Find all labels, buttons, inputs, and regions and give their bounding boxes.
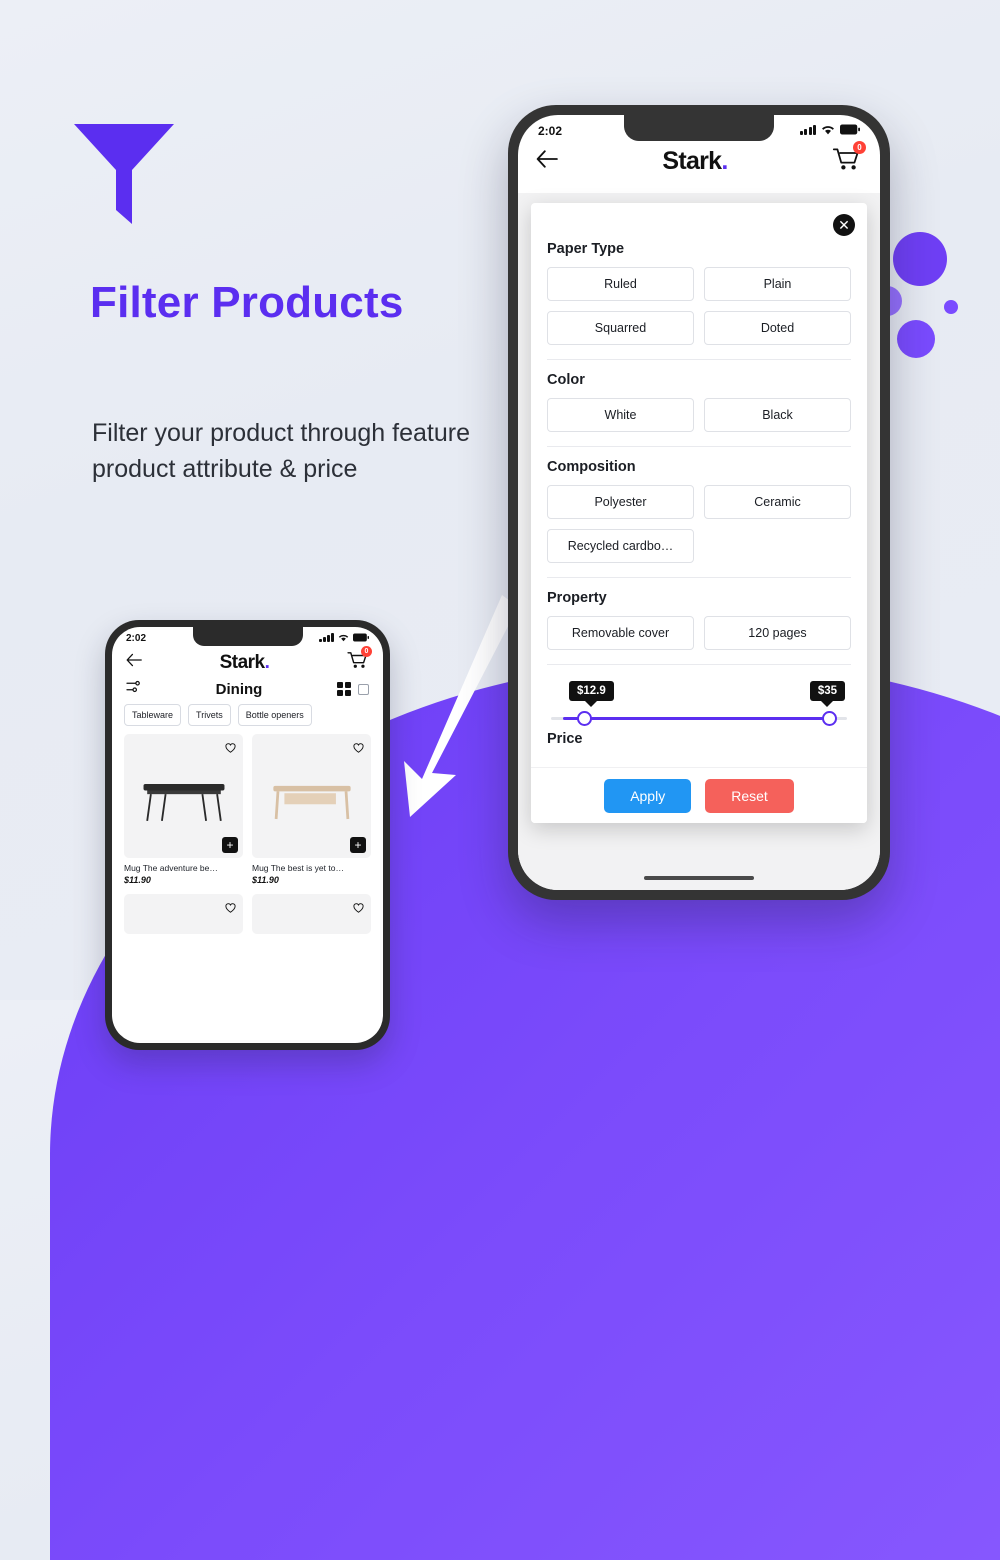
primary-phone-screen: 2:02 Stark. 0 ✕ Paper Type Ruled Plain S… bbox=[518, 115, 880, 890]
cart-badge: 0 bbox=[361, 646, 372, 657]
wifi-icon bbox=[821, 124, 835, 138]
product-card[interactable]: + Mug The best is yet to… $11.90 bbox=[252, 734, 371, 885]
favorite-icon[interactable] bbox=[225, 900, 236, 918]
price-slider-track[interactable] bbox=[551, 717, 847, 720]
option-white[interactable]: White bbox=[547, 398, 694, 432]
price-min-label: $12.9 bbox=[569, 681, 614, 701]
wifi-icon bbox=[338, 633, 349, 645]
page-subtitle: Filter your product through feature prod… bbox=[92, 419, 470, 483]
filter-chips: Tableware Trivets Bottle openers bbox=[112, 704, 383, 734]
add-to-cart-button[interactable]: + bbox=[350, 837, 366, 853]
square-view-icon[interactable] bbox=[358, 683, 369, 695]
price-max-label: $35 bbox=[809, 681, 845, 701]
product-thumbnail: + bbox=[124, 734, 243, 858]
notch bbox=[192, 627, 303, 646]
option-removable-cover[interactable]: Removable cover bbox=[547, 616, 694, 650]
favorite-icon[interactable] bbox=[353, 900, 364, 918]
brand-logo: Stark. bbox=[662, 147, 728, 175]
product-name: Mug The best is yet to… bbox=[252, 863, 344, 873]
primary-phone-mockup: 2:02 Stark. 0 ✕ Paper Type Ruled Plain S… bbox=[508, 105, 890, 900]
app-header: Stark. 0 bbox=[518, 141, 880, 184]
price-filter: $12.9 $35 Price bbox=[547, 681, 851, 747]
signal-icon bbox=[319, 632, 334, 645]
option-120-pages[interactable]: 120 pages bbox=[704, 616, 851, 650]
back-arrow-icon[interactable] bbox=[126, 653, 142, 672]
page-title: Filter Products bbox=[90, 278, 404, 327]
section-title: Property bbox=[547, 590, 607, 606]
section-title: Color bbox=[547, 372, 585, 388]
filter-section-property: Property Removable cover 120 pages bbox=[547, 590, 851, 650]
price-slider-fill bbox=[562, 717, 824, 720]
product-thumbnail bbox=[252, 894, 371, 934]
chip-bottle-openers[interactable]: Bottle openers bbox=[237, 704, 312, 726]
product-price: $11.90 bbox=[252, 875, 279, 885]
close-icon[interactable]: ✕ bbox=[833, 214, 855, 236]
product-thumbnail bbox=[124, 894, 243, 934]
option-plain[interactable]: Plain bbox=[704, 267, 851, 301]
filter-sections: Paper Type Ruled Plain Squarred Doted Co… bbox=[531, 203, 867, 747]
background-circle-2 bbox=[897, 320, 935, 358]
background-circle-4 bbox=[944, 300, 958, 314]
price-slider-max-handle[interactable] bbox=[822, 711, 837, 726]
filter-section-paper-type: Paper Type Ruled Plain Squarred Doted bbox=[547, 241, 851, 345]
brand-logo: Stark. bbox=[219, 651, 270, 673]
chip-trivets[interactable]: Trivets bbox=[188, 704, 231, 726]
cart-button[interactable]: 0 bbox=[832, 141, 866, 176]
signal-icon bbox=[799, 124, 816, 138]
product-card[interactable] bbox=[252, 894, 371, 934]
cart-badge: 0 bbox=[852, 141, 866, 154]
section-title: Paper Type bbox=[547, 241, 625, 257]
favorite-icon[interactable] bbox=[353, 740, 364, 758]
option-ceramic[interactable]: Ceramic bbox=[704, 485, 851, 519]
option-ruled[interactable]: Ruled bbox=[547, 267, 694, 301]
grid-view-icon[interactable] bbox=[337, 682, 351, 696]
status-time: 2:02 bbox=[126, 633, 147, 644]
section-divider bbox=[547, 359, 851, 360]
battery-icon bbox=[353, 633, 369, 645]
section-divider bbox=[547, 577, 851, 578]
funnel-icon bbox=[74, 124, 174, 229]
status-time: 2:02 bbox=[538, 124, 563, 138]
sliders-icon[interactable] bbox=[126, 680, 141, 698]
product-price: $11.90 bbox=[124, 875, 151, 885]
product-card[interactable]: + Mug The adventure be… $11.90 bbox=[124, 734, 243, 885]
favorite-icon[interactable] bbox=[225, 740, 236, 758]
filter-actions: Apply Reset bbox=[531, 767, 867, 823]
section-title-price: Price bbox=[547, 731, 583, 747]
section-divider bbox=[547, 446, 851, 447]
notch bbox=[624, 115, 774, 141]
secondary-phone-mockup: 2:02 Stark. 0 Dining Tableware Trivets B… bbox=[105, 620, 390, 1050]
option-squarred[interactable]: Squarred bbox=[547, 311, 694, 345]
secondary-phone-screen: 2:02 Stark. 0 Dining Tableware Trivets B… bbox=[112, 627, 383, 1043]
filter-sheet: ✕ Paper Type Ruled Plain Squarred Doted … bbox=[531, 203, 867, 823]
cart-button[interactable]: 0 bbox=[347, 646, 372, 674]
section-divider bbox=[547, 664, 851, 665]
apply-button[interactable]: Apply bbox=[604, 778, 692, 813]
background-circle-1 bbox=[893, 232, 947, 286]
home-indicator bbox=[644, 876, 754, 880]
chip-tableware[interactable]: Tableware bbox=[124, 704, 182, 726]
category-title: Dining bbox=[215, 680, 263, 698]
product-name: Mug The adventure be… bbox=[124, 863, 218, 873]
price-slider-min-handle[interactable] bbox=[577, 711, 592, 726]
filter-section-color: Color White Black bbox=[547, 372, 851, 432]
product-card[interactable] bbox=[124, 894, 243, 934]
option-black[interactable]: Black bbox=[704, 398, 851, 432]
filter-section-composition: Composition Polyester Ceramic Recycled c… bbox=[547, 459, 851, 563]
catalog-toolbar: Dining bbox=[112, 676, 383, 704]
battery-icon bbox=[840, 124, 860, 138]
product-thumbnail: + bbox=[252, 734, 371, 858]
option-polyester[interactable]: Polyester bbox=[547, 485, 694, 519]
option-doted[interactable]: Doted bbox=[704, 311, 851, 345]
product-grid: + Mug The adventure be… $11.90 + Mug The… bbox=[112, 734, 383, 934]
add-to-cart-button[interactable]: + bbox=[222, 837, 238, 853]
app-header: Stark. 0 bbox=[112, 646, 383, 676]
arrow-icon bbox=[390, 595, 520, 830]
reset-button[interactable]: Reset bbox=[705, 778, 794, 813]
back-arrow-icon[interactable] bbox=[536, 150, 558, 173]
section-title: Composition bbox=[547, 459, 636, 475]
option-recycled-cardboard[interactable]: Recycled cardbo… bbox=[547, 529, 694, 563]
